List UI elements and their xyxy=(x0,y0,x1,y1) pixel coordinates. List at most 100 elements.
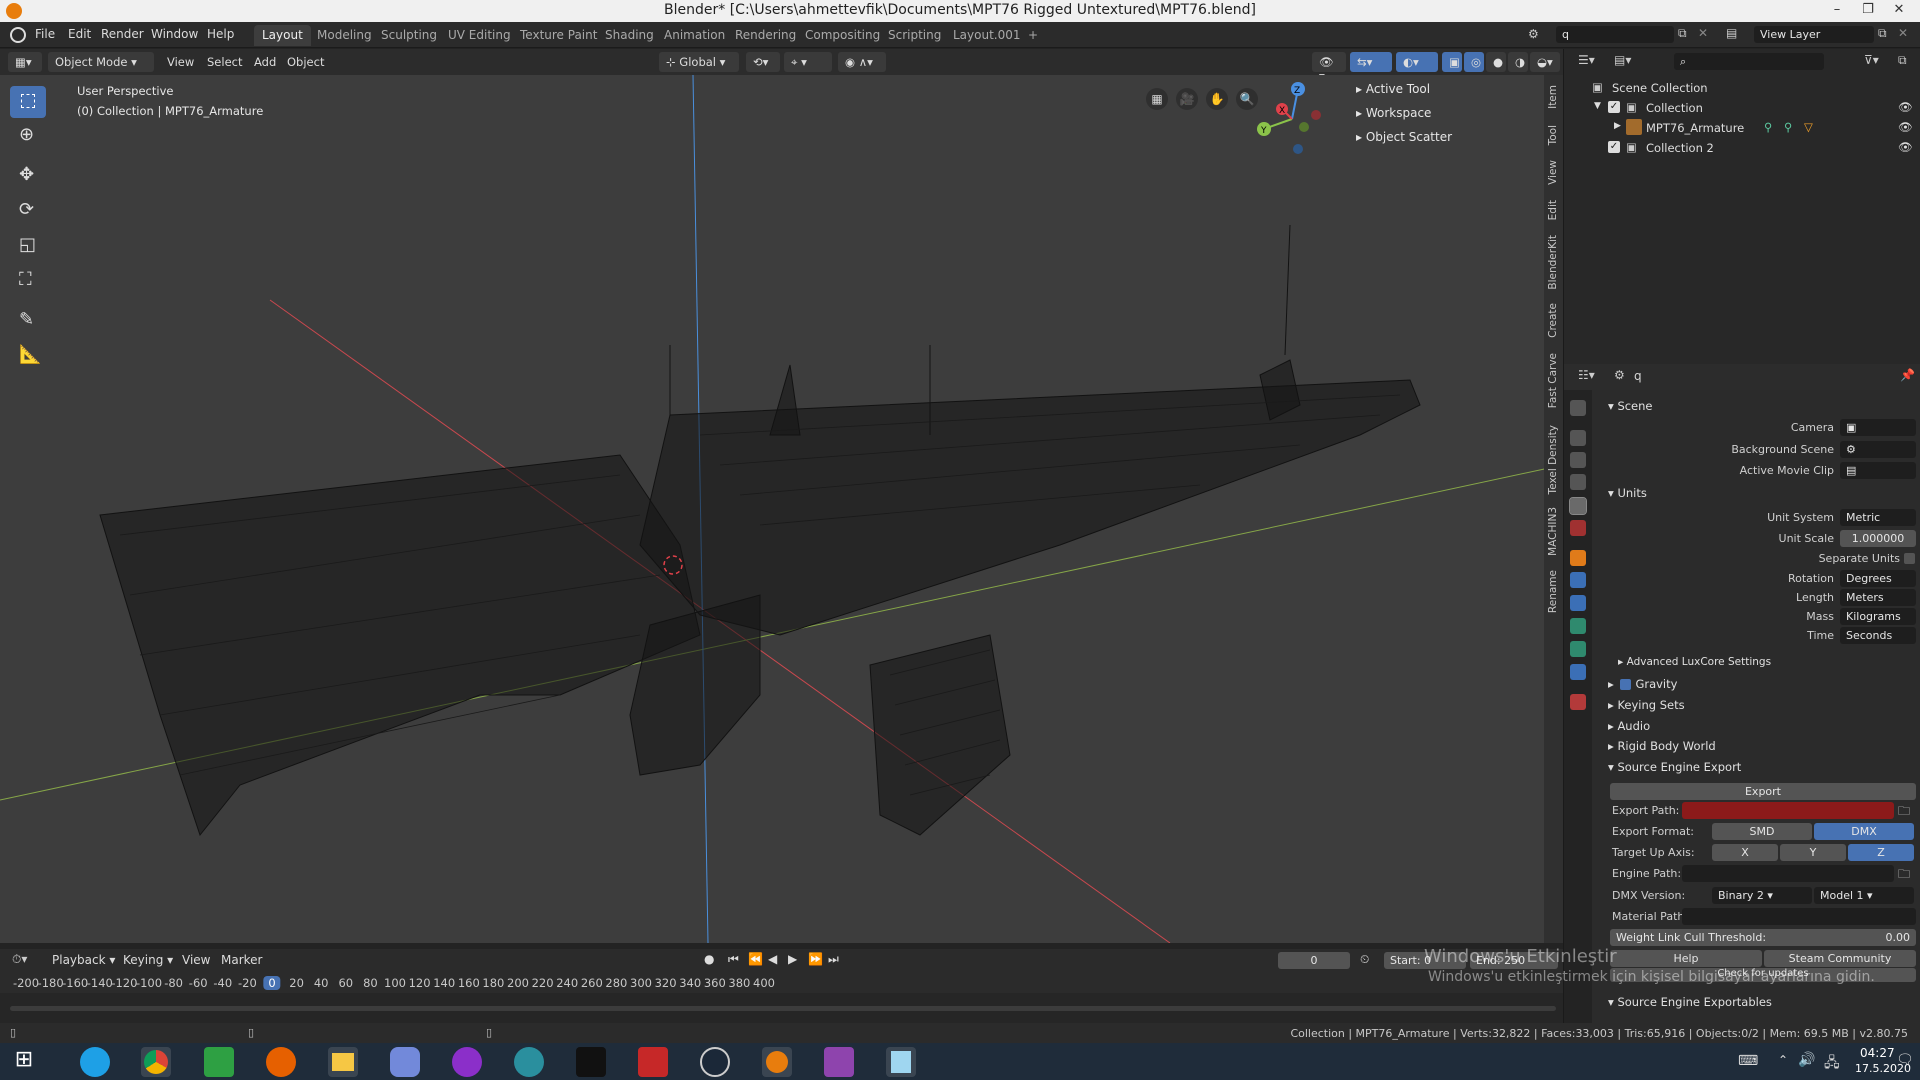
delete-view-layer-icon[interactable]: ✕ xyxy=(1898,26,1908,40)
menu-help[interactable]: Help xyxy=(207,27,234,41)
visibility-eye-icon[interactable]: 👁 xyxy=(1898,120,1913,134)
pin-icon[interactable]: 📌 xyxy=(1900,368,1915,382)
outliner-row-collection[interactable]: ▼ ✓ ▣ Collection 👁 xyxy=(1564,98,1920,118)
tab-rendering[interactable]: Rendering xyxy=(727,25,804,46)
close-button[interactable]: ✕ xyxy=(1884,0,1914,22)
timeline-scrollbar[interactable] xyxy=(10,1006,1556,1011)
xray-icon[interactable]: ▣ xyxy=(1442,52,1462,72)
cursor-tool[interactable]: ⊕ xyxy=(10,120,46,152)
measure-tool[interactable]: 📐 xyxy=(10,340,46,372)
menu-marker[interactable]: Marker xyxy=(221,953,262,967)
keying-sets-section[interactable]: ▸ Keying Sets xyxy=(1608,698,1685,712)
notification-icon[interactable]: 🗨 xyxy=(1896,1052,1914,1068)
tab-layout-001[interactable]: Layout.001 xyxy=(945,25,1029,46)
world-tab-icon[interactable] xyxy=(1570,520,1586,536)
tab-shading[interactable]: Shading xyxy=(597,25,662,46)
next-keyframe-icon[interactable]: ⏩ xyxy=(808,952,823,966)
notepad-icon[interactable] xyxy=(886,1047,916,1077)
data-tab-icon[interactable] xyxy=(1570,641,1586,657)
move-tool[interactable]: ✥ xyxy=(10,160,46,192)
select-box-tool[interactable] xyxy=(10,86,46,118)
unit-system-dropdown[interactable]: Metric xyxy=(1840,509,1916,526)
viewport-scene[interactable] xyxy=(0,75,1563,943)
add-workspace-button[interactable]: + xyxy=(1020,25,1046,46)
outliner-row-armature[interactable]: ▶ MPT76_Armature ⚲ ⚲ ▽ 👁 xyxy=(1564,118,1920,138)
store-icon[interactable] xyxy=(204,1047,234,1077)
new-view-layer-icon[interactable]: ⧉ xyxy=(1878,26,1887,41)
jump-start-icon[interactable]: ⏮ xyxy=(728,952,739,967)
gravity-checkbox[interactable] xyxy=(1620,679,1631,690)
tab-texture-paint[interactable]: Texture Paint xyxy=(512,25,605,46)
export-button[interactable]: Export xyxy=(1610,783,1916,800)
acrobat-icon[interactable] xyxy=(576,1047,606,1077)
clock-time[interactable]: 04:27 xyxy=(1860,1046,1895,1060)
navigation-gizmo[interactable]: Z Y X xyxy=(1252,79,1332,159)
output-tab-icon[interactable] xyxy=(1570,452,1586,468)
visibility-icon[interactable]: 👁▾ xyxy=(1312,52,1346,83)
side-tab-item[interactable]: Item xyxy=(1547,85,1563,109)
winrar-icon[interactable] xyxy=(824,1047,854,1077)
npanel-workspace[interactable]: ▸ Workspace xyxy=(1356,106,1431,120)
blender-icon[interactable] xyxy=(762,1047,792,1077)
scene-name-field[interactable]: q xyxy=(1556,26,1674,43)
menu-view[interactable]: View xyxy=(160,52,201,72)
npanel-active-tool[interactable]: ▸ Active Tool xyxy=(1356,82,1430,96)
bone-tab-icon[interactable] xyxy=(1570,664,1586,680)
advanced-luxcore-section[interactable]: ▸ Advanced LuxCore Settings xyxy=(1618,656,1771,668)
new-scene-icon[interactable]: ⧉ xyxy=(1678,26,1687,41)
export-path-field[interactable] xyxy=(1682,802,1894,819)
side-tab-fast-carve[interactable]: Fast Carve xyxy=(1547,353,1563,408)
dmx-version-dropdown[interactable]: Binary 2 ▾ xyxy=(1712,887,1812,904)
side-tab-edit[interactable]: Edit xyxy=(1547,200,1563,220)
side-tab-blenderkit[interactable]: BlenderKit xyxy=(1547,235,1563,290)
separate-units-checkbox[interactable] xyxy=(1904,553,1915,564)
side-tab-view[interactable]: View xyxy=(1547,160,1563,185)
tab-layout[interactable]: Layout xyxy=(254,25,311,46)
overlays-icon[interactable]: ◐▾ xyxy=(1396,52,1438,72)
object-tab-icon[interactable] xyxy=(1570,550,1586,566)
shading-rendered-icon[interactable]: ◒▾ xyxy=(1530,52,1560,72)
filter-icon[interactable]: ⊽▾ xyxy=(1864,53,1879,67)
start-icon[interactable]: ⊞ xyxy=(9,1047,39,1077)
source-engine-exportables-section[interactable]: ▾ Source Engine Exportables xyxy=(1608,995,1772,1009)
explorer-icon[interactable] xyxy=(328,1047,358,1077)
engine-path-field[interactable] xyxy=(1682,865,1894,882)
scene-tab-icon[interactable] xyxy=(1569,497,1587,515)
background-scene-field[interactable]: ⚙ xyxy=(1840,441,1916,458)
play-reverse-icon[interactable]: ◀ xyxy=(768,952,777,966)
active-movie-clip-field[interactable]: ▤ xyxy=(1840,462,1916,479)
minimize-button[interactable]: – xyxy=(1822,0,1852,22)
outliner-search[interactable]: ⌕ xyxy=(1674,53,1824,70)
axis-x-button[interactable]: X xyxy=(1712,844,1778,861)
rotation-dropdown[interactable]: Degrees xyxy=(1840,570,1916,587)
current-frame-field[interactable]: 0 xyxy=(1278,952,1350,969)
side-tab-machin3[interactable]: MACHIN3 xyxy=(1547,507,1563,556)
audio-section[interactable]: ▸ Audio xyxy=(1608,719,1650,733)
tab-uv-editing[interactable]: UV Editing xyxy=(440,25,519,46)
timeline-ruler[interactable]: -200 -180 -160 -140 -120 -100 -80 -60 -40 -20 0 20 4… xyxy=(0,973,1563,993)
tool-tab-icon[interactable] xyxy=(1570,400,1586,416)
gizmo-toggle-icon[interactable]: ⇆▾ xyxy=(1350,52,1392,72)
side-tab-texel-density[interactable]: Texel Density xyxy=(1547,425,1563,494)
side-tab-rename[interactable]: Rename xyxy=(1547,570,1563,613)
timeline-body[interactable] xyxy=(0,993,1563,1023)
blender-menu-icon[interactable] xyxy=(10,27,26,43)
constraint-tab-icon[interactable] xyxy=(1570,618,1586,634)
npanel-object-scatter[interactable]: ▸ Object Scatter xyxy=(1356,130,1452,144)
menu-keying[interactable]: Keying ▾ xyxy=(123,953,173,967)
outliner-row-scene-collection[interactable]: ▣ Scene Collection xyxy=(1564,78,1920,98)
scale-tool[interactable]: ◱ xyxy=(10,230,46,262)
steam-community-button[interactable]: Steam Community xyxy=(1764,950,1916,967)
view-layer-tab-icon[interactable] xyxy=(1570,474,1586,490)
shading-solid-icon[interactable]: ● xyxy=(1486,52,1506,72)
orientation-dropdown[interactable]: ⊹ Global ▾ xyxy=(659,52,739,72)
shading-wireframe-icon[interactable]: ◎ xyxy=(1464,52,1484,72)
rotate-tool[interactable]: ⟳ xyxy=(10,195,46,227)
shading-material-icon[interactable]: ◑ xyxy=(1508,52,1528,72)
render-tab-icon[interactable] xyxy=(1570,430,1586,446)
jump-end-icon[interactable]: ⏭ xyxy=(828,952,839,967)
physics-tab-icon[interactable] xyxy=(1570,595,1586,611)
rigid-body-world-section[interactable]: ▸ Rigid Body World xyxy=(1608,739,1716,753)
menu-select[interactable]: Select xyxy=(200,52,249,72)
timeline-editor-icon[interactable]: ⏱▾ xyxy=(12,952,27,967)
